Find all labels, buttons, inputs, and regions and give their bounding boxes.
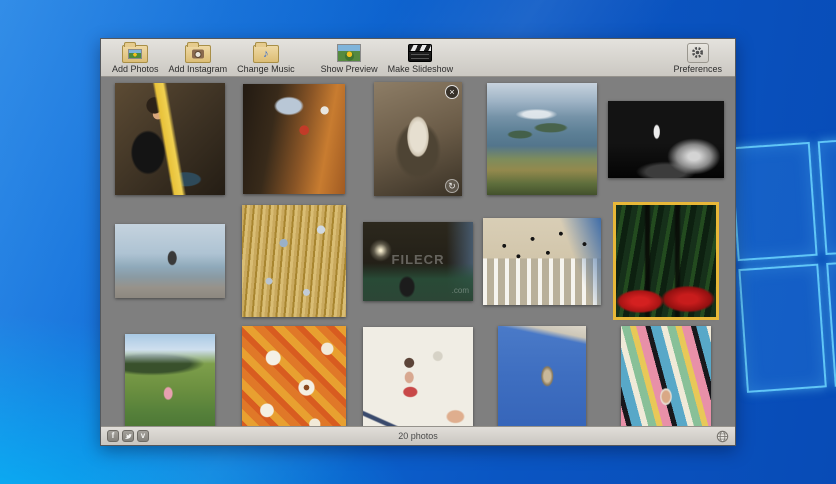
show-preview-label: Show Preview [320, 64, 378, 74]
windows-logo [729, 135, 836, 415]
gallery-cell [232, 322, 356, 426]
photo-thumbnail-lake[interactable] [487, 83, 597, 195]
globe-icon[interactable] [716, 430, 729, 443]
preferences-button[interactable]: Preferences [668, 41, 727, 75]
gallery-cell [108, 78, 232, 200]
desktop-wallpaper: Add Photos Add Instagram ♪ Change Music … [0, 0, 836, 484]
gallery-cell [108, 322, 232, 426]
folder-camera-icon [184, 42, 211, 63]
windows-logo-pane [817, 135, 836, 256]
preview-photo-icon [337, 42, 362, 63]
photo-thumbnail-autumn[interactable] [243, 84, 345, 194]
gallery-cell [232, 200, 356, 322]
photo-thumbnail-artwork[interactable] [363, 327, 473, 426]
photo-thumbnail-beach[interactable] [115, 224, 225, 298]
gallery-cell: FILECR .com [356, 200, 480, 322]
gallery-cell [604, 322, 728, 426]
make-slideshow-button[interactable]: Make Slideshow [383, 41, 459, 75]
photo-thumbnail-meadow[interactable] [125, 333, 215, 426]
gallery-cell [232, 78, 356, 200]
toolbar: Add Photos Add Instagram ♪ Change Music … [101, 39, 735, 77]
photo-thumbnail-azalea[interactable] [613, 202, 719, 320]
show-preview-button[interactable]: Show Preview [316, 41, 383, 75]
folder-photo-icon [122, 42, 149, 63]
add-instagram-label: Add Instagram [168, 64, 228, 74]
photo-thumbnail-mural[interactable] [621, 326, 711, 426]
gear-icon [686, 42, 709, 63]
add-instagram-button[interactable]: Add Instagram [164, 41, 233, 75]
photo-thumbnail-diver[interactable] [498, 326, 586, 426]
preferences-label: Preferences [673, 64, 722, 74]
statusbar: 20 photos f v [101, 426, 735, 445]
gallery-cell [604, 78, 728, 200]
windows-logo-pane [738, 263, 827, 393]
social-links: f v [107, 430, 149, 442]
vimeo-icon[interactable]: v [137, 430, 149, 442]
twitter-icon[interactable] [122, 430, 134, 442]
photo-count: 20 photos [398, 431, 438, 441]
change-music-button[interactable]: ♪ Change Music [232, 41, 300, 75]
gallery-cell [604, 200, 728, 322]
gallery-cell [480, 322, 604, 426]
photo-thumbnail-noodles[interactable] [115, 83, 225, 195]
folder-music-icon: ♪ [252, 42, 279, 63]
watermark-text: FILECR [391, 251, 445, 267]
clapperboard-icon [408, 42, 433, 63]
gallery-cell: × ↻ [356, 78, 480, 200]
photo-gallery-grid: × ↻ FILECR .com [101, 77, 735, 426]
photo-thumbnail-dog[interactable]: × ↻ [374, 82, 462, 196]
change-music-label: Change Music [237, 64, 295, 74]
gallery-cell [480, 78, 604, 200]
gallery-cell [480, 200, 604, 322]
gallery-cell [356, 322, 480, 426]
photo-thumbnail-corn[interactable] [242, 205, 346, 317]
watermark-subtext: .com [451, 285, 469, 295]
facebook-icon[interactable]: f [107, 430, 119, 442]
windows-logo-pane [826, 257, 836, 387]
windows-logo-pane [729, 141, 818, 262]
rotate-photo-button[interactable]: ↻ [445, 179, 459, 193]
photo-thumbnail-birds[interactable] [483, 217, 601, 305]
slideshow-app-window: Add Photos Add Instagram ♪ Change Music … [100, 38, 736, 446]
remove-photo-button[interactable]: × [445, 85, 459, 99]
add-photos-label: Add Photos [112, 64, 159, 74]
gallery-cell [108, 200, 232, 322]
add-photos-button[interactable]: Add Photos [107, 41, 164, 75]
photo-thumbnail-theater[interactable]: FILECR .com [363, 221, 473, 301]
photo-thumbnail-bwjump[interactable] [608, 100, 724, 178]
photo-thumbnail-food[interactable] [242, 326, 346, 426]
make-slideshow-label: Make Slideshow [387, 64, 454, 74]
